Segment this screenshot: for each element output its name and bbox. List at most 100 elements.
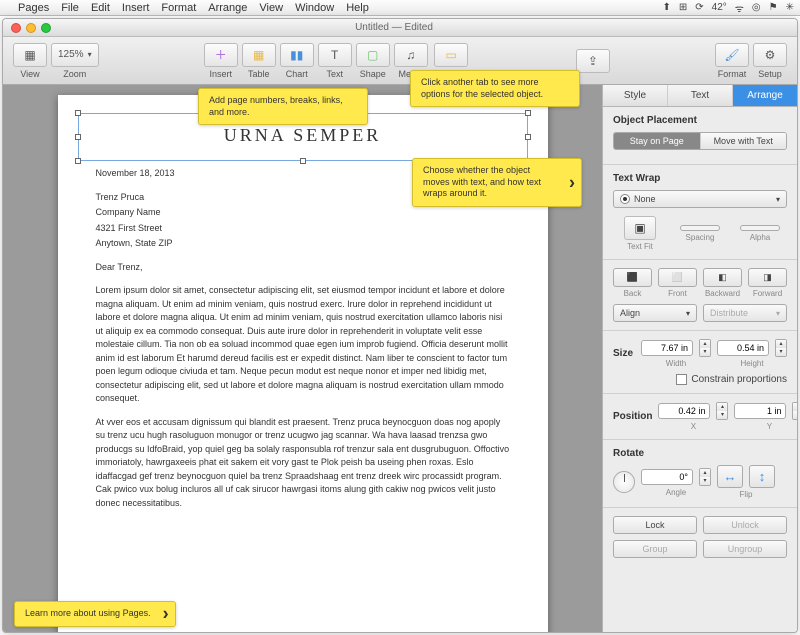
app-window: Untitled — Edited ▦ View 125% Zoom ＋ Ins… [2,18,798,633]
textfit-label: Text Fit [613,242,667,251]
chart-label: Chart [286,69,308,79]
table-label: Table [248,69,270,79]
window-title: Untitled — Edited [51,22,737,33]
comment-button[interactable]: ▭ [434,43,468,67]
insert-button[interactable]: ＋ [204,43,238,67]
addr-line: Company Name [96,206,510,220]
table-button[interactable]: ▦ [242,43,276,67]
width-stepper[interactable]: ▴▾ [699,339,711,357]
move-with-text-button[interactable]: Move with Text [701,133,787,149]
alpha-label: Alpha [733,233,787,242]
text-button[interactable]: T [318,43,352,67]
wifi-icon[interactable]: ᯤ [735,1,744,15]
menu-file[interactable]: File [61,2,79,14]
back-button[interactable]: ⬛ [613,268,652,287]
flip-label: Flip [717,490,775,499]
share-button[interactable]: ⇪ [576,49,610,73]
constrain-checkbox[interactable] [676,374,687,385]
spotlight-icon[interactable]: ✳ [786,2,794,13]
menu-help[interactable]: Help [346,2,369,14]
status-icon-3[interactable]: ⚑ [769,2,778,13]
x-field[interactable] [658,403,710,419]
flip-v-button[interactable]: ↕ [749,465,775,488]
shape-button[interactable]: ▢ [356,43,390,67]
width-field[interactable] [641,340,693,356]
menu-view[interactable]: View [259,2,283,14]
height-label: Height [717,359,787,368]
zoom-select[interactable]: 125% [51,43,99,67]
angle-stepper[interactable]: ▴▾ [699,468,711,486]
dropbox-icon[interactable]: ⊞ [679,2,687,13]
y-field[interactable] [734,403,786,419]
unlock-button[interactable]: Unlock [703,516,787,534]
weather-status[interactable]: 42° [712,2,727,13]
resize-handle[interactable] [75,110,81,116]
letter-body[interactable]: November 18, 2013 Trenz Pruca Company Na… [96,167,510,510]
shape-label: Shape [360,69,386,79]
insert-label: Insert [209,69,232,79]
addr-line: Anytown, State ZIP [96,237,510,251]
front-button[interactable]: ⬜ [658,268,697,287]
rotate-dial[interactable] [613,471,635,493]
letterhead-name: URNA SEMPER [79,125,527,146]
menu-window[interactable]: Window [295,2,334,14]
setup-button[interactable]: ⚙ [753,43,787,67]
height-field[interactable] [717,340,769,356]
resize-handle[interactable] [75,158,81,164]
alpha-field[interactable] [740,225,780,231]
sync-icon[interactable]: ⟳ [695,2,703,13]
menu-arrange[interactable]: Arrange [208,2,247,14]
align-dropdown[interactable]: Align [613,304,697,322]
spacing-field[interactable] [680,225,720,231]
placement-segment: Stay on Page Move with Text [613,132,787,150]
radio-icon [620,194,630,204]
zoom-window-button[interactable] [41,23,51,33]
chart-icon: ▮▮ [287,46,307,64]
height-stepper[interactable]: ▴▾ [775,339,787,357]
resize-handle[interactable] [300,158,306,164]
view-label: View [20,69,39,79]
view-button[interactable]: ▦ [13,43,47,67]
setup-label: Setup [758,69,782,79]
close-window-button[interactable] [11,23,21,33]
resize-handle[interactable] [525,110,531,116]
media-icon: ♫ [401,46,421,64]
salutation: Dear Trenz, [96,261,510,275]
resize-handle[interactable] [525,134,531,140]
spacing-label: Spacing [673,233,727,242]
forward-button[interactable]: ◨ [748,268,787,287]
wrap-title: Text Wrap [613,173,787,184]
status-icon[interactable]: ⬆ [662,2,670,13]
flip-h-button[interactable]: ↔ [717,465,743,488]
lock-button[interactable]: Lock [613,516,697,534]
backward-button[interactable]: ◧ [703,268,742,287]
media-button[interactable]: ♫ [394,43,428,67]
share-icon: ⇪ [583,52,603,70]
x-stepper[interactable]: ▴▾ [716,402,728,420]
minimize-window-button[interactable] [26,23,36,33]
format-button[interactable]: 🖌 [715,43,749,67]
status-icon-2[interactable]: ◎ [752,2,761,13]
inspector-panel: Style Text Arrange Object Placement Stay… [602,85,797,632]
tab-arrange[interactable]: Arrange [733,85,797,106]
tab-text[interactable]: Text [668,85,733,106]
text-fit-button[interactable]: ▣ [624,216,656,240]
chart-button[interactable]: ▮▮ [280,43,314,67]
ungroup-button[interactable]: Ungroup [703,540,787,558]
forward-label: Forward [748,289,787,298]
y-stepper[interactable]: ▴▾ [792,402,797,420]
menu-edit[interactable]: Edit [91,2,110,14]
front-label: Front [658,289,697,298]
group-button[interactable]: Group [613,540,697,558]
wrap-dropdown[interactable]: None [613,190,787,208]
text-icon: T [325,46,345,64]
menu-format[interactable]: Format [161,2,196,14]
menu-insert[interactable]: Insert [122,2,150,14]
tab-style[interactable]: Style [603,85,668,106]
resize-handle[interactable] [75,134,81,140]
callout-learn[interactable]: Learn more about using Pages. [14,601,176,627]
angle-field[interactable] [641,469,693,485]
distribute-dropdown[interactable]: Distribute [703,304,787,322]
menu-pages[interactable]: Pages [18,2,49,14]
stay-on-page-button[interactable]: Stay on Page [614,133,701,149]
